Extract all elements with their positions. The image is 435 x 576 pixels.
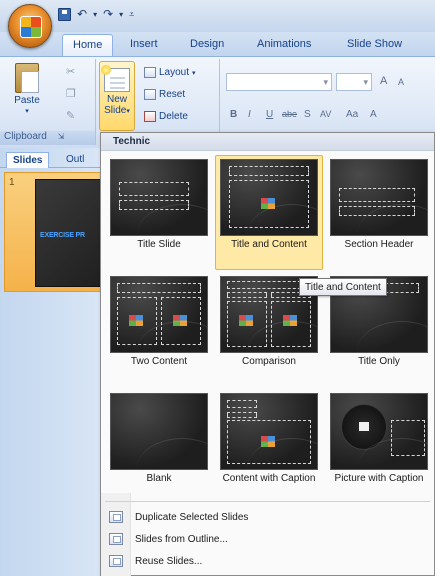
reset-button[interactable]: Reset xyxy=(144,89,185,100)
tab-design[interactable]: Design xyxy=(190,38,224,50)
layout-caption: Content with Caption xyxy=(222,473,316,484)
reuse-slides-icon xyxy=(109,555,123,567)
shadow-button[interactable]: S xyxy=(304,109,311,120)
reset-icon xyxy=(144,89,156,100)
new-slide-button[interactable]: New Slide▾ xyxy=(99,61,135,131)
clipboard-group-label: Clipboard ⇲ xyxy=(0,131,95,145)
paste-button[interactable]: Paste ▾ xyxy=(10,63,44,117)
cut-icon[interactable]: ✂ xyxy=(66,65,79,78)
delete-button[interactable]: Delete xyxy=(144,111,188,122)
font-size-combo[interactable]: ▾ xyxy=(336,73,372,91)
layout-title-slide[interactable]: Title Slide xyxy=(105,155,213,270)
dropdown-arrow-icon[interactable]: ▾ xyxy=(119,10,123,19)
save-icon[interactable] xyxy=(58,7,71,21)
strikethrough-button[interactable]: abe xyxy=(282,109,297,119)
slide-number: 1 xyxy=(9,177,15,188)
reuse-slides-item[interactable]: Reuse Slides... xyxy=(101,551,434,571)
tab-slide-show[interactable]: Slide Show xyxy=(347,38,402,50)
slide-thumbnail-text: EXERCISE PR xyxy=(40,232,85,239)
duplicate-slides-icon xyxy=(109,511,123,523)
slide-thumbnail[interactable]: EXERCISE PR xyxy=(35,179,104,287)
tab-outline[interactable]: Outl xyxy=(60,152,90,168)
layout-section-header[interactable]: Section Header xyxy=(325,155,433,270)
slides-from-outline-icon xyxy=(109,533,123,545)
layout-two-content[interactable]: Two Content xyxy=(105,272,213,387)
copy-icon[interactable]: ❐ xyxy=(66,87,79,100)
character-spacing-button[interactable]: AV xyxy=(320,109,331,119)
layout-title-and-content[interactable]: Title and Content xyxy=(215,155,323,270)
tab-insert[interactable]: Insert xyxy=(130,38,158,50)
new-slide-icon xyxy=(101,65,130,92)
change-case-button[interactable]: Aa xyxy=(346,109,358,120)
reuse-slides-label: Reuse Slides... xyxy=(135,555,203,567)
italic-button[interactable]: I xyxy=(248,109,251,120)
layout-preview xyxy=(330,159,428,236)
layout-button[interactable]: Layout ▾ xyxy=(144,67,196,78)
slides-pane: Slides Outl 1 EXERCISE PR xyxy=(0,148,104,576)
undo-icon[interactable]: ↶ xyxy=(77,7,87,21)
title-bar: ↶ ▾ ↷ ▾ ⩡ xyxy=(0,0,435,32)
paste-icon xyxy=(15,63,39,93)
ribbon-tabs: Home Insert Design Animations Slide Show xyxy=(0,32,435,56)
bold-button[interactable]: B xyxy=(230,109,237,120)
reset-label: Reset xyxy=(159,89,186,100)
format-painter-icon[interactable]: ✎ xyxy=(66,109,79,122)
layout-preview xyxy=(110,393,208,470)
layout-preview xyxy=(220,159,318,236)
layout-label: Layout xyxy=(159,67,190,78)
layout-preview xyxy=(110,159,208,236)
slides-from-outline-item[interactable]: Slides from Outline... xyxy=(101,529,434,549)
menu-separator xyxy=(105,501,430,502)
new-slide-label: New xyxy=(106,94,127,105)
shrink-font-button[interactable]: A xyxy=(398,77,404,87)
layout-icon xyxy=(144,67,156,78)
delete-label: Delete xyxy=(159,111,188,122)
font-name-combo[interactable]: ▾ xyxy=(226,73,332,91)
tab-animations[interactable]: Animations xyxy=(257,38,311,50)
tab-slides[interactable]: Slides xyxy=(6,152,50,168)
slides-pane-tabs: Slides Outl xyxy=(0,150,103,168)
layout-preview xyxy=(330,393,428,470)
layout-caption: Picture with Caption xyxy=(334,473,424,484)
office-logo-icon xyxy=(20,16,42,38)
layout-caption: Two Content xyxy=(130,356,188,367)
layout-blank[interactable]: Blank xyxy=(105,389,213,504)
theme-header: Technic xyxy=(101,133,434,151)
font-color-button[interactable]: A xyxy=(370,109,377,120)
new-slide-menu: Technic Title Slide Title and Content Se… xyxy=(100,132,435,576)
delete-icon xyxy=(144,111,156,122)
new-slide-label-2: Slide▾ xyxy=(104,105,130,116)
customize-qat-icon[interactable]: ⩡ xyxy=(129,9,134,20)
layout-caption: Blank xyxy=(146,473,172,484)
layout-caption: Title and Content xyxy=(231,239,307,250)
layout-caption: Section Header xyxy=(344,239,414,250)
dialog-launcher-icon[interactable]: ⇲ xyxy=(58,132,65,141)
clipboard-label: Clipboard xyxy=(4,131,47,142)
layout-content-with-caption[interactable]: Content with Caption xyxy=(215,389,323,504)
layout-caption: Title Only xyxy=(358,356,400,367)
dropdown-arrow-icon: ▾ xyxy=(192,69,196,77)
duplicate-selected-slides-item[interactable]: Duplicate Selected Slides xyxy=(101,507,434,527)
redo-icon[interactable]: ↷ xyxy=(103,7,113,21)
layout-caption: Comparison xyxy=(242,356,296,367)
quick-access-toolbar: ↶ ▾ ↷ ▾ ⩡ xyxy=(58,7,134,21)
layout-picture-with-caption[interactable]: Picture with Caption xyxy=(325,389,433,504)
layout-preview xyxy=(220,393,318,470)
underline-button[interactable]: U xyxy=(266,109,273,120)
dropdown-arrow-icon: ▾ xyxy=(25,108,29,115)
grow-font-button[interactable]: A xyxy=(380,75,387,87)
dropdown-arrow-icon[interactable]: ▾ xyxy=(93,10,97,19)
layout-preview xyxy=(110,276,208,353)
layout-caption: Title Slide xyxy=(137,239,181,250)
office-button[interactable] xyxy=(8,4,52,48)
slides-from-outline-label: Slides from Outline... xyxy=(135,533,228,545)
layout-tooltip: Title and Content xyxy=(299,278,387,296)
duplicate-selected-slides-label: Duplicate Selected Slides xyxy=(135,511,249,523)
paste-label: Paste xyxy=(14,95,40,106)
clipboard-group: Paste ▾ ✂ ❐ ✎ Clipboard ⇲ xyxy=(0,59,96,145)
tab-home[interactable]: Home xyxy=(62,34,114,56)
slide-thumbnail-selected[interactable]: 1 EXERCISE PR xyxy=(4,172,104,292)
